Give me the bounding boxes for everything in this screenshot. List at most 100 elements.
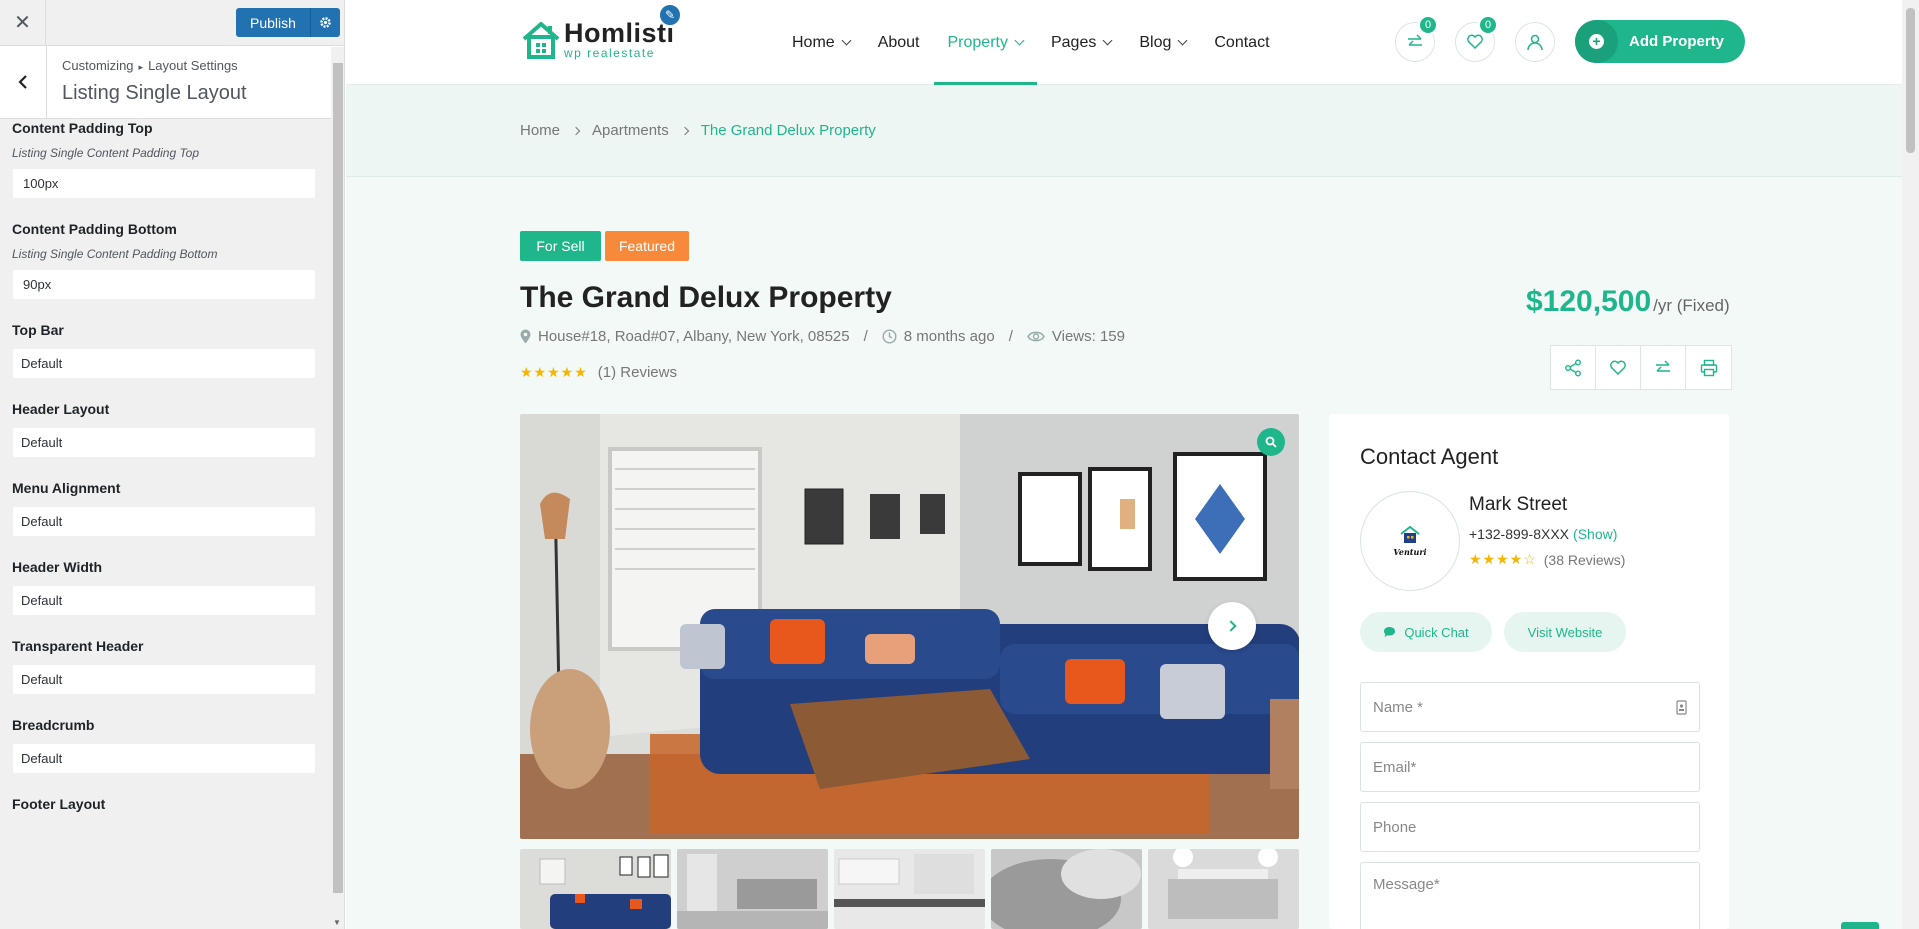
add-property-button[interactable]: + Add Property <box>1575 20 1745 63</box>
site-preview: Homlisti wp realestate ✎ Home About Prop… <box>346 0 1919 929</box>
scrollbar-thumb[interactable] <box>1906 8 1915 153</box>
property-address: House#18, Road#07, Albany, New York, 085… <box>538 328 850 345</box>
control-label: Breadcrumb <box>12 717 95 733</box>
content-padding-top-input[interactable]: 100px <box>12 168 316 199</box>
nav-property[interactable]: Property <box>933 0 1038 85</box>
scroll-to-top-button[interactable] <box>1841 922 1879 929</box>
menu-alignment-select[interactable]: Default <box>12 506 316 537</box>
nav-pages[interactable]: Pages <box>1037 0 1125 85</box>
agent-phone-number: +132-899-8XXX <box>1469 526 1570 542</box>
section-title: Listing Single Layout <box>62 82 247 104</box>
nav-label: Contact <box>1214 33 1270 51</box>
publish-button[interactable]: Publish <box>236 8 310 37</box>
main-nav: Home About Property Pages Blog Contact <box>778 0 1284 85</box>
printer-icon <box>1700 359 1717 376</box>
customizer-header: ✕ Publish <box>0 0 344 46</box>
control-content-padding-top: Content Padding Top Listing Single Conte… <box>12 120 316 199</box>
site-logo[interactable]: Homlisti wp realestate <box>520 20 675 60</box>
nav-home[interactable]: Home <box>778 0 864 85</box>
breadcrumb-select[interactable]: Default <box>12 743 316 774</box>
gallery-thumbnail[interactable] <box>1148 849 1299 929</box>
agent-name[interactable]: Mark Street <box>1469 494 1567 516</box>
control-breadcrumb: Breadcrumb Default <box>12 717 316 774</box>
contact-card-icon <box>1676 699 1687 715</box>
compare-button[interactable]: 0 <box>1395 15 1438 62</box>
control-label: Menu Alignment <box>12 480 121 496</box>
phone-placeholder: Phone <box>1373 818 1417 836</box>
agent-avatar[interactable]: Venturi <box>1360 491 1460 591</box>
quick-chat-button[interactable]: Quick Chat <box>1360 612 1492 652</box>
quick-chat-label: Quick Chat <box>1404 624 1469 640</box>
chevron-right-icon <box>680 126 689 135</box>
control-label: Footer Layout <box>12 796 106 812</box>
nav-blog[interactable]: Blog <box>1125 0 1200 85</box>
wishlist-count-badge: 0 <box>1478 15 1498 35</box>
name-placeholder: Name * <box>1373 698 1424 716</box>
nav-label: Property <box>947 33 1008 51</box>
name-field[interactable]: Name * <box>1360 682 1700 732</box>
zoom-search-icon[interactable] <box>1257 428 1285 456</box>
property-gallery-main-image[interactable] <box>520 414 1299 839</box>
preview-scrollbar[interactable] <box>1902 0 1919 929</box>
control-label: Header Layout <box>12 401 110 417</box>
print-button[interactable] <box>1686 346 1731 389</box>
heart-icon <box>1610 360 1626 375</box>
wishlist-button[interactable]: 0 <box>1455 15 1498 62</box>
content-padding-bottom-input[interactable]: 90px <box>12 269 316 300</box>
transparent-header-select[interactable]: Default <box>12 664 316 695</box>
user-account-button[interactable] <box>1515 22 1555 62</box>
review-count[interactable]: (1) Reviews <box>598 364 677 381</box>
edit-pencil-icon[interactable]: ✎ <box>658 3 682 27</box>
compare-listing-button[interactable] <box>1641 346 1686 389</box>
phone-field[interactable]: Phone <box>1360 802 1700 852</box>
meta-separator: / <box>863 328 868 345</box>
map-pin-icon <box>520 329 531 344</box>
control-description: Listing Single Content Padding Top <box>12 146 200 160</box>
favorite-button[interactable] <box>1596 346 1641 389</box>
show-phone-link[interactable]: (Show) <box>1573 526 1617 542</box>
header-layout-select[interactable]: Default <box>12 427 316 458</box>
email-field[interactable]: Email* <box>1360 742 1700 792</box>
logo-name: Homlisti <box>564 18 675 48</box>
share-button[interactable] <box>1551 346 1596 389</box>
back-arrow-icon[interactable] <box>0 46 47 118</box>
customizer-sidebar: ✕ Publish Customizing ▸ Layout Settings Li… <box>0 0 345 929</box>
control-content-padding-bottom: Content Padding Bottom Listing Single Co… <box>12 221 316 300</box>
logo-text: Homlisti wp realestate <box>564 18 675 61</box>
gallery-thumbnail[interactable] <box>677 849 828 929</box>
compare-icon <box>1408 34 1422 46</box>
gallery-thumbnail[interactable] <box>520 849 671 929</box>
header-width-select[interactable]: Default <box>12 585 316 616</box>
scrollbar-thumb[interactable] <box>333 63 343 893</box>
breadcrumb-category[interactable]: Apartments <box>592 122 669 139</box>
control-label: Header Width <box>12 559 103 575</box>
gallery-thumbnail[interactable] <box>834 849 985 929</box>
gallery-thumbnails <box>520 849 1299 929</box>
control-description: Listing Single Content Padding Bottom <box>12 247 218 261</box>
nav-label: Pages <box>1050 33 1097 51</box>
agent-phone: +132-899-8XXX (Show) <box>1469 526 1617 542</box>
gear-icon[interactable] <box>309 8 340 37</box>
for-sell-badge[interactable]: For Sell <box>520 231 601 261</box>
chevron-down-icon <box>841 35 852 46</box>
visit-website-button[interactable]: Visit Website <box>1504 612 1626 652</box>
control-label: Content Padding Bottom <box>12 221 177 237</box>
agent-review-count: (38 Reviews) <box>1543 551 1626 568</box>
close-icon[interactable]: ✕ <box>0 0 46 45</box>
nav-about[interactable]: About <box>864 0 934 85</box>
top-bar-select[interactable]: Default <box>12 348 316 379</box>
property-title: The Grand Delux Property <box>520 281 892 314</box>
customizer-breadcrumb: Customizing ▸ Layout Settings <box>62 58 238 73</box>
gallery-thumbnail[interactable] <box>991 849 1142 929</box>
nav-label: About <box>877 33 920 51</box>
scroll-down-arrow-icon[interactable]: ▼ <box>333 918 341 927</box>
breadcrumb: Home Apartments The Grand Delux Property <box>520 122 876 139</box>
property-meta: House#18, Road#07, Albany, New York, 085… <box>520 328 1125 345</box>
message-field[interactable]: Message* <box>1360 862 1700 929</box>
control-top-bar: Top Bar Default <box>12 322 316 379</box>
customizer-scrollbar[interactable]: ▼ <box>331 47 344 929</box>
gallery-next-chevron-right-icon[interactable] <box>1208 602 1256 650</box>
nav-contact[interactable]: Contact <box>1200 0 1283 85</box>
rating-stars-icon: ★★★★★ <box>520 364 588 380</box>
breadcrumb-home[interactable]: Home <box>520 122 560 139</box>
